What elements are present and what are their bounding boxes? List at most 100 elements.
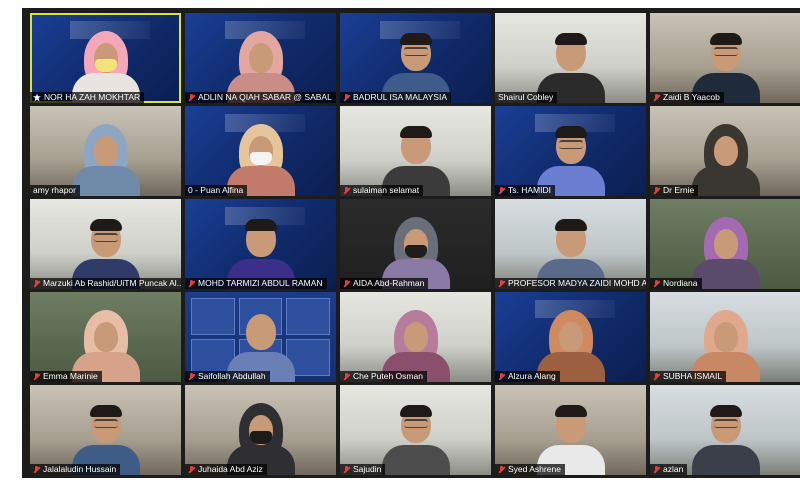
participant-name-label: AIDA Abd-Rahman bbox=[340, 278, 429, 289]
participant-hair bbox=[709, 405, 742, 417]
mic-muted-icon bbox=[188, 93, 195, 102]
participant-tile[interactable]: BADRUL ISA MALAYSIA bbox=[340, 13, 491, 103]
participant-name-label: SUBHA ISMAIL bbox=[650, 371, 727, 382]
participant-tile[interactable]: MOHD TARMIZI ABDUL RAMAN bbox=[185, 199, 336, 289]
participant-name: sulaiman selamat bbox=[353, 185, 420, 195]
participant-tile[interactable]: Che Puteh Osman bbox=[340, 292, 491, 382]
participant-body bbox=[691, 259, 760, 289]
mic-muted-icon bbox=[33, 279, 40, 288]
face-mask bbox=[94, 59, 117, 72]
eyeglasses bbox=[93, 419, 118, 428]
participant-face bbox=[713, 322, 738, 352]
participant-tile[interactable]: 0 - Puan Alfina bbox=[185, 106, 336, 196]
participant-video bbox=[71, 122, 141, 196]
participant-tile[interactable]: PROFESOR MADYA ZAIDI MOHD AMI... bbox=[495, 199, 646, 289]
participant-name-label: Jalalaludin Hussain bbox=[30, 464, 121, 475]
participant-name-label: 0 - Puan Alfina bbox=[185, 185, 248, 196]
participant-tile[interactable]: Saifollah Abdullah bbox=[185, 292, 336, 382]
participant-tile[interactable]: Dr Ernie bbox=[650, 106, 800, 196]
participant-name-label: Saifollah Abdullah bbox=[185, 371, 270, 382]
participant-name-label: Marzuki Ab Rashid/UiTM Puncak Al... bbox=[30, 278, 181, 289]
participant-hair bbox=[554, 33, 587, 45]
participant-body bbox=[691, 166, 760, 196]
participant-tile[interactable]: Zaidi B Yaacob bbox=[650, 13, 800, 103]
face-mask bbox=[249, 431, 272, 444]
mic-muted-icon bbox=[343, 465, 350, 474]
participant-tile[interactable]: Juhaida Abd Aziz bbox=[185, 385, 336, 475]
participant-face bbox=[93, 322, 118, 352]
participant-tile[interactable]: sulaiman selamat bbox=[340, 106, 491, 196]
mic-muted-icon bbox=[343, 372, 350, 381]
eyeglasses bbox=[93, 233, 118, 242]
participant-face bbox=[558, 322, 583, 352]
participant-tile[interactable]: azlan bbox=[650, 385, 800, 475]
participant-tile[interactable]: Nordiana bbox=[650, 199, 800, 289]
face-mask bbox=[249, 152, 272, 165]
eyeglasses bbox=[403, 419, 428, 428]
participant-video bbox=[691, 401, 761, 475]
mic-muted-icon bbox=[653, 186, 660, 195]
active-speaker-icon bbox=[33, 93, 41, 102]
participant-name-label: amy rhapor bbox=[30, 185, 80, 196]
participant-face bbox=[713, 229, 738, 259]
participant-name-label: Dr Ernie bbox=[650, 185, 699, 196]
participant-name: SUBHA ISMAIL bbox=[663, 371, 723, 381]
participant-name: ADLIN NA QIAH SABAR @ SABAL bbox=[198, 92, 332, 102]
participant-tile[interactable]: Ts. HAMIDI bbox=[495, 106, 646, 196]
participant-name-label: Juhaida Abd Aziz bbox=[185, 464, 267, 475]
participant-grid: NOR HA ZAH MOKHTAR ADLIN NA QIAH SABAR @ … bbox=[30, 13, 800, 475]
participant-name: Che Puteh Osman bbox=[353, 371, 423, 381]
participant-name-label: BADRUL ISA MALAYSIA bbox=[340, 92, 452, 103]
participant-name: Marzuki Ab Rashid/UiTM Puncak Al... bbox=[43, 278, 181, 288]
participant-tile[interactable]: Emma Marinie bbox=[30, 292, 181, 382]
video-gallery: NOR HA ZAH MOKHTAR ADLIN NA QIAH SABAR @ … bbox=[22, 8, 800, 478]
participant-face bbox=[93, 136, 118, 166]
participant-name: azlan bbox=[663, 464, 684, 474]
participant-name-label: PROFESOR MADYA ZAIDI MOHD AMI... bbox=[495, 278, 646, 289]
participant-name-label: Ts. HAMIDI bbox=[495, 185, 555, 196]
participant-name-label: Emma Marinie bbox=[30, 371, 102, 382]
participant-tile[interactable]: ADLIN NA QIAH SABAR @ SABAL bbox=[185, 13, 336, 103]
participant-tile[interactable]: Jalalaludin Hussain bbox=[30, 385, 181, 475]
participant-name-label: azlan bbox=[650, 464, 688, 475]
eyeglasses bbox=[713, 47, 738, 56]
participant-name: Zaidi B Yaacob bbox=[663, 92, 720, 102]
participant-tile[interactable]: AIDA Abd-Rahman bbox=[340, 199, 491, 289]
participant-name: Nordiana bbox=[663, 278, 698, 288]
participant-name-label: ADLIN NA QIAH SABAR @ SABAL bbox=[185, 92, 336, 103]
participant-tile[interactable]: Syed Ashrene bbox=[495, 385, 646, 475]
mic-muted-icon bbox=[653, 465, 660, 474]
participant-name-label: sulaiman selamat bbox=[340, 185, 424, 196]
mic-muted-icon bbox=[33, 465, 40, 474]
participant-name: Sajudin bbox=[353, 464, 382, 474]
participant-name: PROFESOR MADYA ZAIDI MOHD AMI... bbox=[508, 278, 646, 288]
participant-tile[interactable]: Alzura Alang bbox=[495, 292, 646, 382]
mic-muted-icon bbox=[498, 279, 505, 288]
mic-muted-icon bbox=[498, 186, 505, 195]
mic-muted-icon bbox=[653, 279, 660, 288]
participant-hair bbox=[399, 126, 432, 138]
mic-muted-icon bbox=[498, 465, 505, 474]
participant-hair bbox=[554, 405, 587, 417]
participant-name-label: Sajudin bbox=[340, 464, 386, 475]
participant-tile[interactable]: Shairul Cobley bbox=[495, 13, 646, 103]
mic-muted-icon bbox=[343, 186, 350, 195]
participant-name: Shairul Cobley bbox=[498, 92, 554, 102]
participant-name: AIDA Abd-Rahman bbox=[353, 278, 425, 288]
participant-name-label: Nordiana bbox=[650, 278, 702, 289]
mic-muted-icon bbox=[188, 279, 195, 288]
eyeglasses bbox=[403, 47, 428, 56]
mic-muted-icon bbox=[653, 372, 660, 381]
participant-tile[interactable]: NOR HA ZAH MOKHTAR bbox=[30, 13, 181, 103]
participant-tile[interactable]: Sajudin bbox=[340, 385, 491, 475]
participant-body bbox=[381, 445, 450, 475]
participant-name: NOR HA ZAH MOKHTAR bbox=[44, 92, 141, 102]
participant-tile[interactable]: SUBHA ISMAIL bbox=[650, 292, 800, 382]
participant-video bbox=[691, 122, 761, 196]
participant-hair bbox=[554, 126, 587, 138]
participant-tile[interactable]: amy rhapor bbox=[30, 106, 181, 196]
participant-name: Syed Ashrene bbox=[508, 464, 561, 474]
mic-muted-icon bbox=[343, 279, 350, 288]
participant-tile[interactable]: Marzuki Ab Rashid/UiTM Puncak Al... bbox=[30, 199, 181, 289]
participant-hair bbox=[89, 405, 122, 417]
